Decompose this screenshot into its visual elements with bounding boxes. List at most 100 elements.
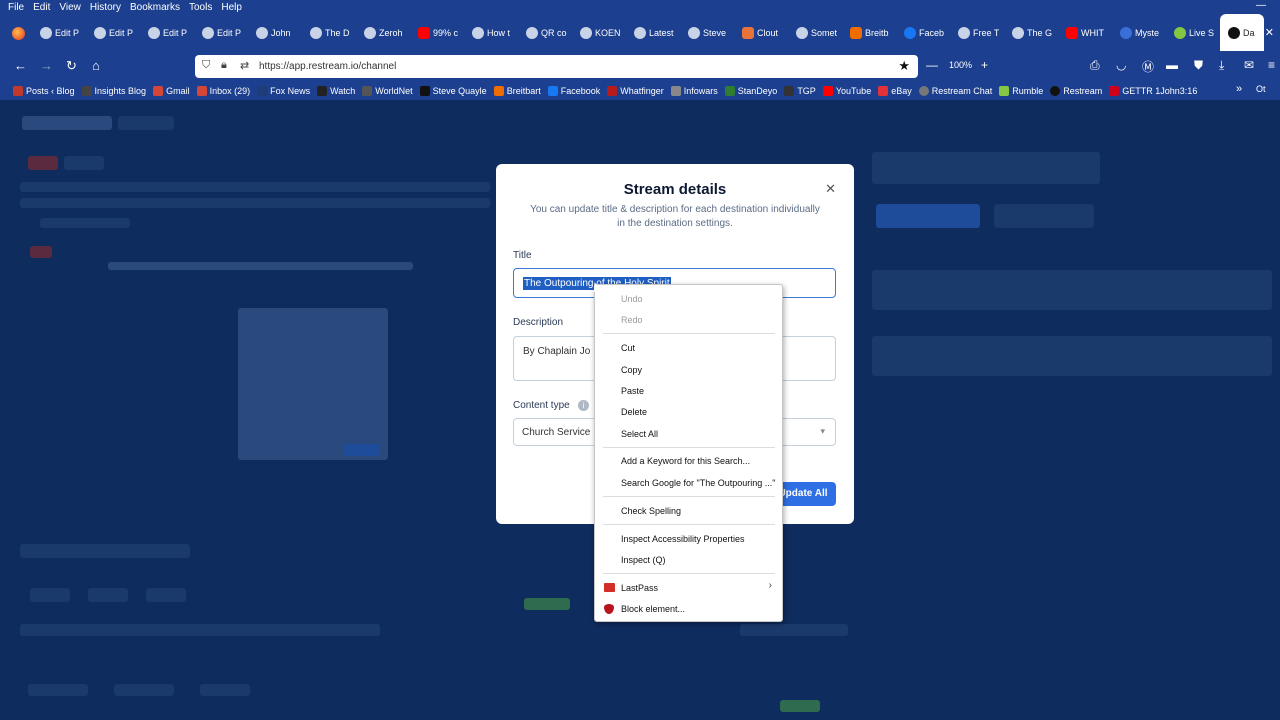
context-menu-item-delete[interactable]: Delete bbox=[621, 407, 647, 417]
context-menu-item-undo[interactable]: Undo bbox=[621, 294, 643, 304]
reload-icon[interactable]: ↻ bbox=[66, 58, 77, 74]
tab-favicon bbox=[472, 26, 484, 39]
menu-help[interactable]: Help bbox=[221, 2, 242, 13]
bookmark-item[interactable]: GETTR 1John3:16 bbox=[1109, 85, 1197, 96]
bookmark-item[interactable]: Whatfinger bbox=[607, 85, 664, 96]
zoom-out-button[interactable]: — bbox=[926, 58, 938, 72]
bookmark-item[interactable]: Facebook bbox=[547, 85, 600, 96]
browser-tab[interactable]: KOEN bbox=[572, 14, 626, 51]
home-icon[interactable]: ⌂ bbox=[92, 58, 100, 73]
context-menu-item-inspect[interactable]: Inspect (Q) bbox=[621, 555, 666, 565]
bookmark-item[interactable]: Restream bbox=[1050, 85, 1102, 96]
other-bookmarks[interactable]: Ot bbox=[1256, 84, 1266, 94]
downloads-icon[interactable]: ⤓ bbox=[1219, 58, 1224, 73]
browser-tab[interactable]: 99% c bbox=[410, 14, 464, 51]
browser-tab[interactable]: Latest bbox=[626, 14, 680, 51]
firefox-icon[interactable] bbox=[12, 27, 25, 40]
close-tab-icon[interactable]: ✕ bbox=[1265, 26, 1274, 39]
menu-tools[interactable]: Tools bbox=[189, 2, 212, 13]
browser-tab[interactable]: WHIT bbox=[1058, 14, 1112, 51]
browser-tab-active[interactable]: Da bbox=[1220, 14, 1264, 51]
tab-label: Edit P bbox=[217, 27, 242, 38]
bookmark-item[interactable]: Inbox (29) bbox=[196, 85, 250, 96]
app-placeholder bbox=[108, 262, 413, 270]
context-menu-item-paste[interactable]: Paste bbox=[621, 386, 644, 396]
pocket-icon[interactable]: ◡ bbox=[1116, 58, 1126, 72]
browser-tab[interactable]: The G bbox=[1004, 14, 1058, 51]
bookmark-item[interactable]: Insights Blog bbox=[81, 85, 146, 96]
bookmark-item[interactable]: StanDeyo bbox=[724, 85, 777, 96]
tab-favicon bbox=[580, 26, 592, 39]
print-icon[interactable]: ⎙ bbox=[1090, 58, 1100, 73]
browser-tab[interactable]: How t bbox=[464, 14, 518, 51]
bookmark-item[interactable]: Infowars bbox=[670, 85, 718, 96]
tab-label: Free T bbox=[973, 27, 1000, 38]
app-placeholder bbox=[146, 588, 186, 602]
menu-edit[interactable]: Edit bbox=[33, 2, 50, 13]
browser-tab[interactable]: Edit P bbox=[86, 14, 140, 51]
context-menu-item-block-element[interactable]: Block element... bbox=[621, 604, 685, 614]
back-arrow-icon[interactable]: ← bbox=[14, 58, 27, 73]
menu-history[interactable]: History bbox=[90, 2, 121, 13]
context-menu-item-redo[interactable]: Redo bbox=[621, 315, 643, 325]
bookmark-item[interactable]: Watch bbox=[317, 85, 355, 96]
context-menu-item-inspect-accessibility[interactable]: Inspect Accessibility Properties bbox=[621, 534, 745, 544]
lock-icon[interactable]: 🔒︎ bbox=[221, 59, 227, 72]
account-icon[interactable]: Ⓜ bbox=[1142, 58, 1154, 75]
browser-tab[interactable]: The D bbox=[302, 14, 356, 51]
mail-icon[interactable]: ✉ bbox=[1244, 58, 1254, 72]
browser-tab[interactable]: Free T bbox=[950, 14, 1004, 51]
browser-tab[interactable]: QR co bbox=[518, 14, 572, 51]
bookmark-item[interactable]: Rumble bbox=[999, 85, 1043, 96]
browser-tab[interactable]: John bbox=[248, 14, 302, 51]
browser-tab[interactable]: Live S bbox=[1166, 14, 1220, 51]
browser-tab[interactable]: Clout bbox=[734, 14, 788, 51]
forward-arrow-icon[interactable]: → bbox=[40, 58, 53, 73]
browser-tab[interactable]: Zeroh bbox=[356, 14, 410, 51]
context-menu-item-cut[interactable]: Cut bbox=[621, 343, 635, 353]
overflow-menu-icon[interactable]: ≡ bbox=[1268, 58, 1275, 72]
shield-icon[interactable]: ⛉ bbox=[202, 59, 210, 72]
menu-file[interactable]: File bbox=[8, 2, 24, 13]
context-menu-item-lastpass[interactable]: LastPass bbox=[621, 583, 658, 593]
browser-tab[interactable]: Steve bbox=[680, 14, 734, 51]
bookmark-item[interactable]: WorldNet bbox=[362, 85, 413, 96]
context-menu-item-select-all[interactable]: Select All bbox=[621, 429, 658, 439]
context-menu-item-search-google[interactable]: Search Google for "The Outpouring ..." bbox=[621, 478, 775, 488]
bookmark-item[interactable]: Posts ‹ Blog bbox=[13, 85, 75, 96]
zoom-level[interactable]: 100% bbox=[949, 60, 972, 70]
extension-icon[interactable]: ▬ bbox=[1166, 58, 1178, 72]
bookmark-item[interactable]: Restream Chat bbox=[918, 85, 992, 96]
bookmark-star-icon[interactable]: ★ bbox=[898, 58, 910, 74]
bookmark-item[interactable]: Steve Quayle bbox=[419, 85, 487, 96]
url-text[interactable]: https://app.restream.io/channel bbox=[259, 61, 396, 72]
bookmark-item[interactable]: TGP bbox=[784, 85, 816, 96]
app-placeholder bbox=[40, 218, 130, 228]
menu-bookmarks[interactable]: Bookmarks bbox=[130, 2, 180, 13]
url-bar[interactable]: ⛉ 🔒︎ ⇄ https://app.restream.io/channel ★ bbox=[195, 55, 918, 78]
bookmark-item[interactable]: eBay bbox=[878, 85, 912, 96]
close-icon[interactable]: ✕ bbox=[825, 181, 836, 197]
permissions-icon[interactable]: ⇄ bbox=[240, 59, 249, 72]
browser-tab[interactable]: Edit P bbox=[140, 14, 194, 51]
browser-tab[interactable]: Myste bbox=[1112, 14, 1166, 51]
bookmarks-overflow-icon[interactable]: » bbox=[1236, 83, 1242, 95]
bookmark-item[interactable]: Gmail bbox=[153, 85, 190, 96]
context-menu-item-copy[interactable]: Copy bbox=[621, 365, 642, 375]
bookmark-item[interactable]: YouTube bbox=[822, 85, 871, 96]
browser-tab[interactable]: Faceb bbox=[896, 14, 950, 51]
info-icon[interactable]: i bbox=[578, 400, 589, 411]
context-menu-item-add-keyword[interactable]: Add a Keyword for this Search... bbox=[621, 456, 750, 466]
browser-tab[interactable]: Edit P bbox=[194, 14, 248, 51]
ublock-icon[interactable]: ⛊ bbox=[1194, 58, 1203, 73]
browser-tab[interactable]: Somet bbox=[788, 14, 842, 51]
zoom-in-button[interactable]: + bbox=[981, 58, 988, 72]
bookmark-item[interactable]: Fox News bbox=[257, 85, 310, 96]
browser-tab[interactable]: Edit P bbox=[32, 14, 86, 51]
browser-tab[interactable]: Breitb bbox=[842, 14, 896, 51]
menu-view[interactable]: View bbox=[59, 2, 81, 13]
minimize-icon[interactable]: — bbox=[1256, 0, 1266, 11]
bookmark-item[interactable]: Breitbart bbox=[493, 85, 541, 96]
description-input-value[interactable]: By Chaplain Jo bbox=[523, 346, 590, 357]
context-menu-item-check-spelling[interactable]: Check Spelling bbox=[621, 506, 681, 516]
